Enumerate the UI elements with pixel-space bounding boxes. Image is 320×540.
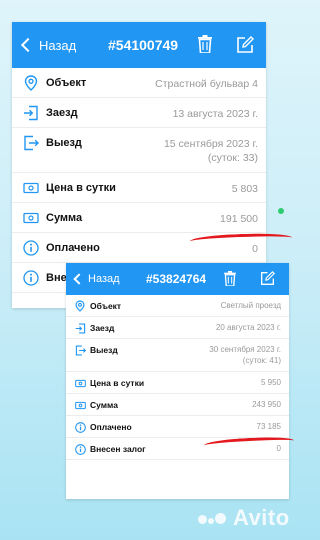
checkout-icon: [22, 134, 40, 152]
avito-logo-icon: [198, 512, 227, 524]
row-label: Заезд: [90, 323, 115, 333]
row-label: Объект: [90, 301, 122, 311]
info-icon: [74, 443, 86, 455]
row-label: Оплачено: [46, 242, 100, 254]
chevron-left-icon: [73, 273, 85, 285]
info-icon: [22, 269, 40, 287]
money-icon: [22, 209, 40, 227]
back-button[interactable]: Назад: [20, 38, 76, 53]
checkin-icon: [22, 104, 40, 122]
green-dot: [278, 208, 284, 214]
edit-icon[interactable]: [236, 36, 254, 54]
row-label: Сумма: [46, 212, 83, 224]
back-label: Назад: [39, 37, 77, 53]
row-label: Оплачено: [90, 422, 132, 432]
money-icon: [74, 399, 86, 411]
avito-watermark: Avito: [198, 505, 290, 531]
row-label: Выезд: [46, 137, 82, 149]
row-price-per-day[interactable]: Цена в сутки 5 803: [12, 173, 266, 203]
row-value: 20 августа 2023 г.: [215, 323, 281, 332]
info-icon: [74, 421, 86, 433]
row-label: Сумма: [90, 400, 118, 410]
chevron-left-icon: [20, 37, 36, 53]
location-pin-icon: [22, 74, 40, 92]
row-value: Страстной бульвар 4: [155, 78, 258, 90]
checkout-date: 30 сентября 2023 г.: [209, 345, 281, 354]
row-value: 243 950: [252, 400, 281, 409]
row-checkin[interactable]: Заезд 13 августа 2023 г.: [12, 98, 266, 128]
row-value: 191 500: [220, 213, 258, 225]
watermark-text: Avito: [233, 505, 290, 530]
row-object[interactable]: Объект Светлый проезд: [66, 295, 289, 317]
row-label: Цена в сутки: [46, 182, 116, 194]
back-button[interactable]: Назад: [72, 273, 120, 285]
row-label: Заезд: [46, 107, 78, 119]
booking-card-53824764: Назад #53824764 Объект Светлый проезд За…: [66, 263, 289, 499]
nights-count: (суток: 33): [207, 152, 258, 164]
row-total[interactable]: Сумма 243 950: [66, 394, 289, 416]
row-price-per-day[interactable]: Цена в сутки 5 950: [66, 372, 289, 394]
edit-icon[interactable]: [260, 271, 275, 286]
trash-icon[interactable]: [198, 35, 212, 53]
row-object[interactable]: Объект Страстной бульвар 4: [12, 68, 266, 98]
checkout-date: 15 сентября 2023 г.: [163, 138, 258, 150]
nights-count: (суток: 41): [242, 355, 281, 365]
checkout-icon: [74, 344, 86, 356]
row-value: 5 950: [260, 378, 281, 387]
row-value: 0: [276, 444, 281, 453]
booking-number: #53824764: [146, 272, 207, 286]
row-label: Цена в сутки: [90, 378, 145, 388]
booking-number: #54100749: [108, 37, 179, 53]
row-value: 15 сентября 2023 г. (суток: 33): [164, 137, 258, 165]
row-checkin[interactable]: Заезд 20 августа 2023 г.: [66, 317, 289, 339]
location-pin-icon: [74, 300, 86, 312]
money-icon: [74, 377, 86, 389]
row-total[interactable]: Сумма 191 500: [12, 203, 266, 233]
row-value: 73 185: [256, 422, 281, 431]
money-icon: [22, 179, 40, 197]
trash-icon[interactable]: [224, 271, 236, 286]
checkin-icon: [74, 322, 86, 334]
row-checkout[interactable]: Выезд 30 сентября 2023 г. (суток: 41): [66, 339, 289, 372]
row-paid[interactable]: Оплачено 73 185: [66, 416, 289, 438]
row-checkout[interactable]: Выезд 15 сентября 2023 г. (суток: 33): [12, 128, 266, 173]
header-bar: Назад #54100749: [12, 22, 266, 68]
row-value: Светлый проезд: [220, 301, 281, 310]
row-value: 5 803: [231, 183, 258, 195]
row-value: 30 сентября 2023 г. (суток: 41): [209, 345, 281, 366]
row-label: Объект: [46, 77, 87, 89]
info-icon: [22, 239, 40, 257]
row-label: Выезд: [90, 345, 118, 355]
row-value: 13 августа 2023 г.: [172, 108, 258, 120]
header-bar: Назад #53824764: [66, 263, 289, 295]
row-label: Внесен залог: [90, 444, 146, 454]
back-label: Назад: [88, 273, 120, 285]
